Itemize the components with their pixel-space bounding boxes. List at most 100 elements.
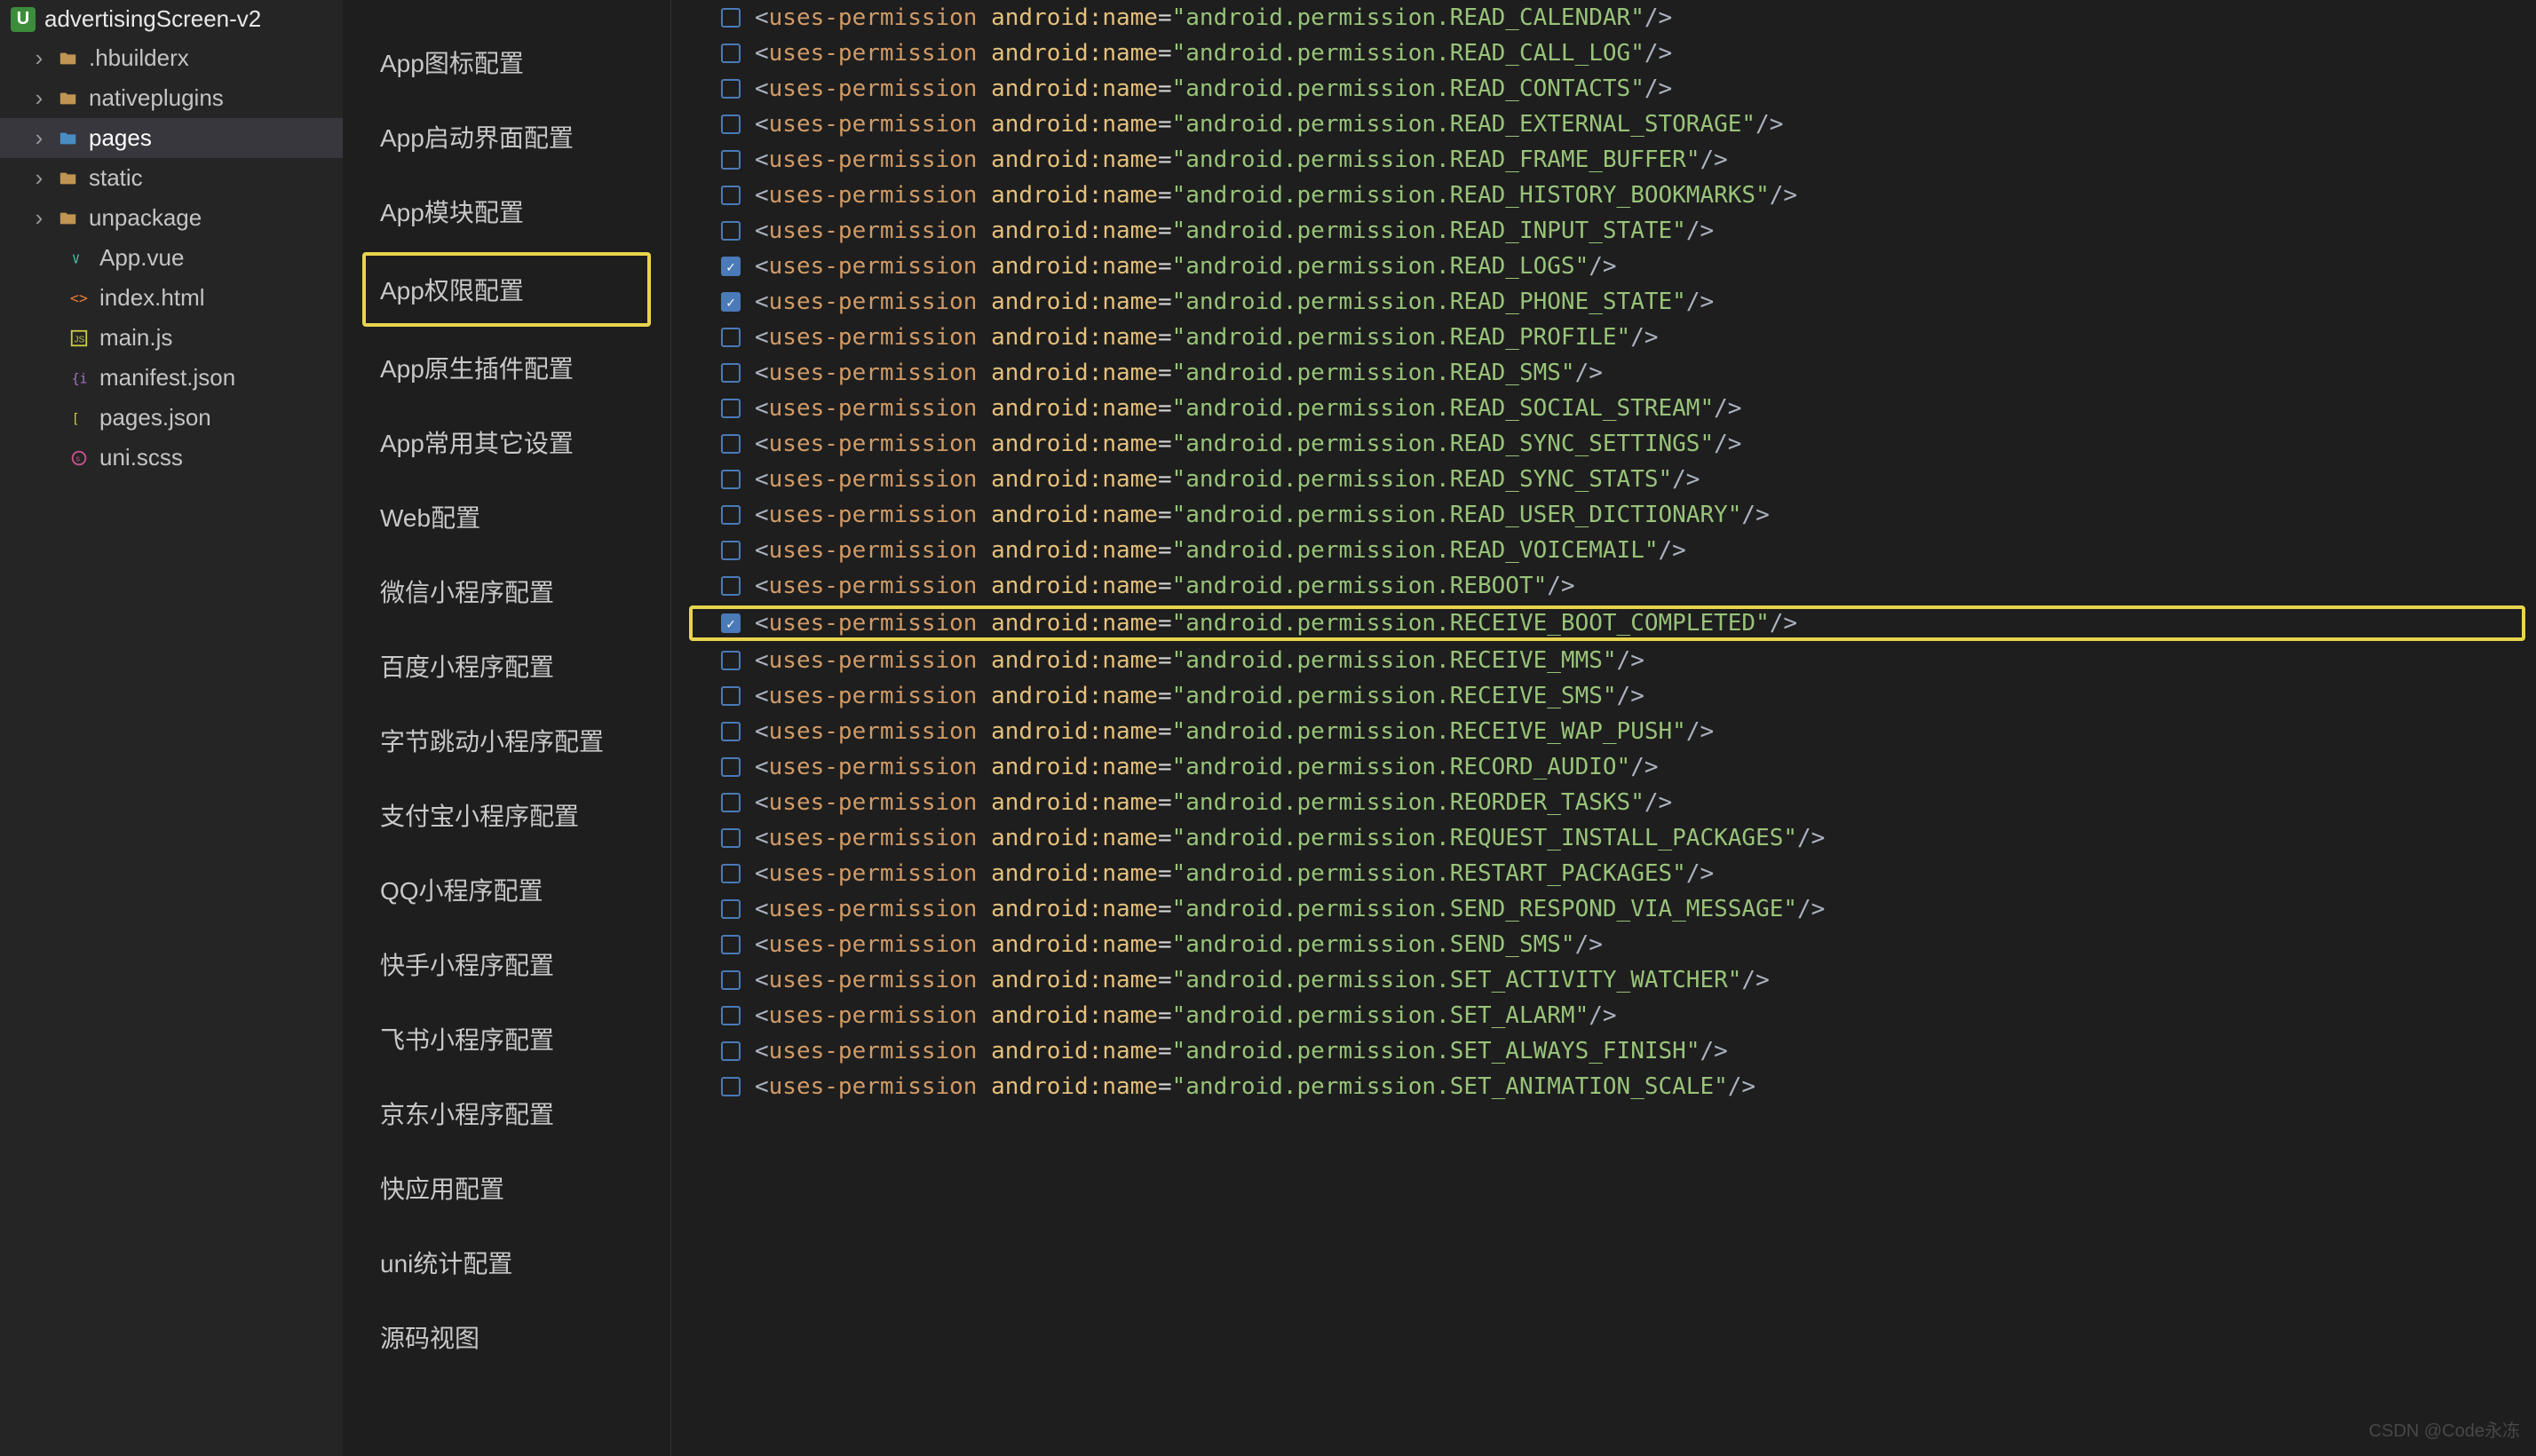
permission-checkbox[interactable] (721, 363, 741, 383)
permission-code: <uses-permission android:name="android.p… (755, 718, 1714, 745)
settings-nav-item[interactable]: 源码视图 (343, 1300, 670, 1374)
permission-checkbox[interactable] (721, 1041, 741, 1061)
svg-text:V: V (73, 253, 80, 266)
settings-nav-item[interactable]: App启动界面配置 (343, 99, 670, 174)
permission-checkbox[interactable] (721, 757, 741, 777)
permission-checkbox[interactable] (721, 79, 741, 99)
permission-checkbox[interactable] (721, 686, 741, 706)
permission-code: <uses-permission android:name="android.p… (755, 218, 1714, 244)
permission-row: <uses-permission android:name="android.p… (678, 142, 2536, 178)
folder-item[interactable]: ›.hbuilderx (0, 38, 343, 78)
folder-item[interactable]: ›nativeplugins (0, 78, 343, 118)
permission-checkbox[interactable] (721, 1077, 741, 1096)
permission-row: <uses-permission android:name="android.p… (678, 749, 2536, 785)
permission-checkbox[interactable] (721, 864, 741, 883)
permission-row: <uses-permission android:name="android.p… (678, 213, 2536, 249)
permission-row: <uses-permission android:name="android.p… (678, 320, 2536, 355)
permission-checkbox[interactable] (721, 115, 741, 134)
nav-item-label: 快手小程序配置 (380, 952, 554, 979)
nav-item-label: 源码视图 (380, 1325, 479, 1352)
permission-panel: <uses-permission android:name="android.p… (671, 0, 2536, 1456)
folder-icon (57, 87, 80, 110)
permission-checkbox[interactable] (721, 793, 741, 812)
app-root: U advertisingScreen-v2 ›.hbuilderx›nativ… (0, 0, 2536, 1456)
permission-checkbox[interactable] (721, 651, 741, 670)
permission-code: <uses-permission android:name="android.p… (755, 967, 1770, 993)
nav-item-label: 京东小程序配置 (380, 1101, 554, 1128)
permission-checkbox[interactable] (721, 899, 741, 919)
permission-checkbox[interactable] (721, 722, 741, 741)
permission-checkbox[interactable] (721, 935, 741, 954)
folder-item[interactable]: ›unpackage (0, 198, 343, 238)
settings-nav-item[interactable]: 字节跳动小程序配置 (343, 703, 670, 778)
nav-item-label: 支付宝小程序配置 (380, 803, 579, 830)
svg-text:s: s (75, 454, 80, 463)
permission-code: <uses-permission android:name="android.p… (755, 573, 1575, 599)
permission-checkbox[interactable] (721, 257, 741, 276)
settings-nav-item[interactable]: App图标配置 (343, 25, 670, 99)
file-item[interactable]: [ ]pages.json (0, 398, 343, 438)
permission-checkbox[interactable] (721, 399, 741, 418)
permission-row: <uses-permission android:name="android.p… (678, 1069, 2536, 1104)
settings-nav-item[interactable]: App权限配置 (362, 252, 651, 327)
js-icon: JS (67, 327, 91, 350)
permission-checkbox[interactable] (721, 328, 741, 347)
permission-checkbox[interactable] (721, 505, 741, 525)
permission-checkbox[interactable] (721, 44, 741, 63)
permission-row: <uses-permission android:name="android.p… (678, 856, 2536, 891)
permission-row: <uses-permission android:name="android.p… (678, 249, 2536, 284)
file-item[interactable]: suni.scss (0, 438, 343, 478)
permission-code: <uses-permission android:name="android.p… (755, 182, 1797, 209)
permission-checkbox[interactable] (721, 541, 741, 560)
settings-nav-item[interactable]: 京东小程序配置 (343, 1076, 670, 1151)
permission-code: <uses-permission android:name="android.p… (755, 1002, 1617, 1029)
file-item[interactable]: <>index.html (0, 278, 343, 318)
settings-nav-item[interactable]: 快手小程序配置 (343, 927, 670, 1001)
permission-checkbox[interactable] (721, 1006, 741, 1025)
settings-nav-item[interactable]: 快应用配置 (343, 1151, 670, 1225)
settings-nav-item[interactable]: uni统计配置 (343, 1225, 670, 1300)
permission-checkbox[interactable] (721, 613, 741, 633)
svg-text:JS: JS (75, 335, 85, 344)
permission-checkbox[interactable] (721, 8, 741, 28)
nav-item-label: 百度小程序配置 (380, 653, 554, 681)
folder-item[interactable]: ›static (0, 158, 343, 198)
uniapp-icon: U (11, 7, 36, 32)
settings-nav-item[interactable]: 飞书小程序配置 (343, 1001, 670, 1076)
nav-item-label: App模块配置 (380, 199, 524, 226)
project-root[interactable]: U advertisingScreen-v2 (0, 0, 343, 38)
tree-item-label: unpackage (89, 204, 202, 232)
permission-checkbox[interactable] (721, 970, 741, 990)
permission-code: <uses-permission android:name="android.p… (755, 466, 1700, 493)
settings-nav-item[interactable]: App模块配置 (343, 174, 670, 249)
settings-nav-item[interactable]: 支付宝小程序配置 (343, 778, 670, 852)
permission-row: <uses-permission android:name="android.p… (678, 391, 2536, 426)
file-item[interactable]: VApp.vue (0, 238, 343, 278)
permission-checkbox[interactable] (721, 221, 741, 241)
settings-nav-item[interactable]: 微信小程序配置 (343, 554, 670, 629)
permission-code: <uses-permission android:name="android.p… (755, 610, 1797, 637)
permission-checkbox[interactable] (721, 186, 741, 205)
permission-checkbox[interactable] (721, 292, 741, 312)
permission-row: <uses-permission android:name="android.p… (678, 533, 2536, 568)
settings-nav-item[interactable]: 百度小程序配置 (343, 629, 670, 703)
file-item[interactable]: JSmain.js (0, 318, 343, 358)
permission-code: <uses-permission android:name="android.p… (755, 931, 1603, 958)
permission-row: <uses-permission android:name="android.p… (678, 820, 2536, 856)
tree-item-label: index.html (99, 284, 205, 312)
permission-checkbox[interactable] (721, 470, 741, 489)
permission-checkbox[interactable] (721, 434, 741, 454)
permission-checkbox[interactable] (721, 150, 741, 170)
file-item[interactable]: {i}manifest.json (0, 358, 343, 398)
permission-row: <uses-permission android:name="android.p… (678, 426, 2536, 462)
settings-nav-item[interactable]: Web配置 (343, 479, 670, 554)
permission-checkbox[interactable] (721, 828, 741, 848)
settings-nav-item[interactable]: App原生插件配置 (343, 330, 670, 405)
chevron-right-icon: › (30, 44, 48, 72)
permission-checkbox[interactable] (721, 576, 741, 596)
permission-code: <uses-permission android:name="android.p… (755, 253, 1617, 280)
permission-code: <uses-permission android:name="android.p… (755, 111, 1783, 138)
folder-item[interactable]: ›pages (0, 118, 343, 158)
settings-nav-item[interactable]: App常用其它设置 (343, 405, 670, 479)
settings-nav-item[interactable]: QQ小程序配置 (343, 852, 670, 927)
